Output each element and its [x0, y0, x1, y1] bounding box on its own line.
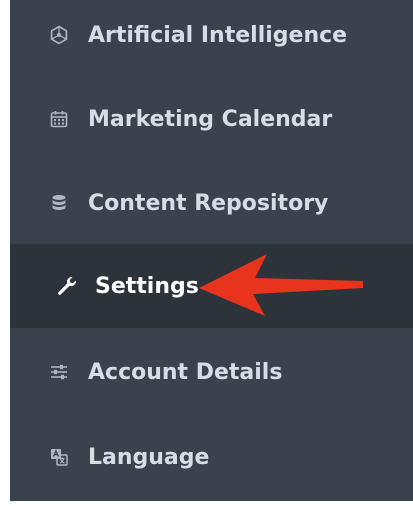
database-icon [48, 192, 70, 214]
sidebar-item-settings[interactable]: Settings [10, 244, 413, 328]
wrench-icon [56, 275, 78, 297]
hexagon-network-icon [48, 24, 70, 46]
sidebar-item-language[interactable]: Language [10, 434, 413, 480]
calendar-icon [48, 108, 70, 130]
page: Artificial Intelligence Marketing Calend… [0, 0, 413, 506]
translate-icon [48, 446, 70, 468]
sidebar-item-label: Account Details [88, 359, 283, 385]
sidebar-item-label: Settings [95, 273, 199, 299]
sidebar-nav: Artificial Intelligence Marketing Calend… [10, 0, 413, 501]
sidebar-item-marketing-calendar[interactable]: Marketing Calendar [10, 96, 413, 142]
sidebar-item-label: Marketing Calendar [88, 106, 333, 132]
sidebar-item-label: Language [88, 444, 210, 470]
sidebar-item-account-details[interactable]: Account Details [10, 349, 413, 395]
sidebar-item-content-repository[interactable]: Content Repository [10, 180, 413, 226]
sliders-icon [48, 361, 70, 383]
sidebar-item-label: Content Repository [88, 190, 329, 216]
sidebar-item-label: Artificial Intelligence [88, 22, 348, 48]
sidebar-item-artificial-intelligence[interactable]: Artificial Intelligence [10, 12, 413, 58]
